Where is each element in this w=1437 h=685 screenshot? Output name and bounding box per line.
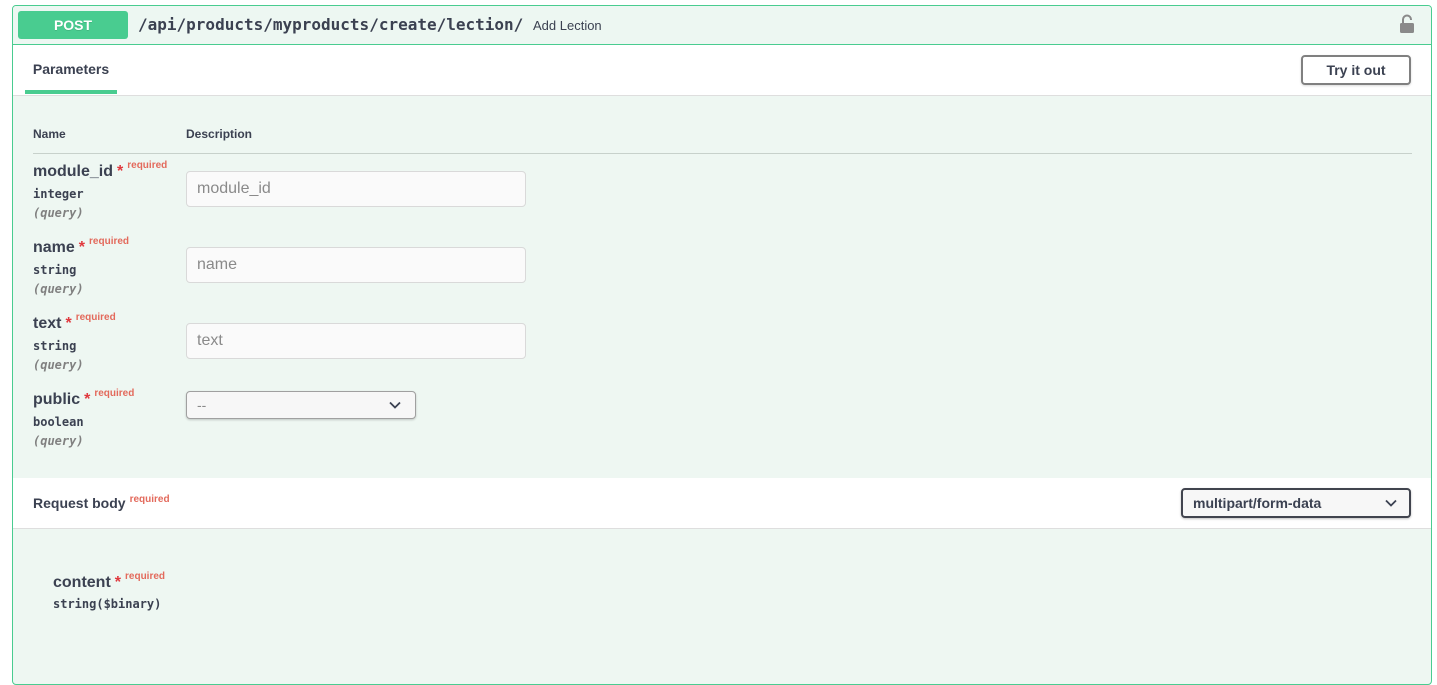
body-field-type: string($binary) (53, 597, 162, 611)
chevron-down-icon (1385, 499, 1397, 507)
parameter-row-module-id: module_id * required integer (query) (13, 160, 1431, 233)
operation-block: POST /api/products/myproducts/create/lec… (12, 5, 1432, 685)
required-label: required (125, 571, 166, 582)
http-method-badge: POST (18, 11, 128, 39)
try-it-out-button[interactable]: Try it out (1301, 55, 1411, 85)
tab-parameters[interactable]: Parameters (25, 45, 117, 94)
unlocked-padlock-icon[interactable] (1399, 14, 1415, 34)
operation-summary-text: Add Lection (533, 18, 602, 33)
parameter-name-text: name (33, 239, 75, 256)
parameter-name: text * required (33, 312, 116, 333)
parameter-row-public: public * required boolean (query) -- (13, 388, 1431, 461)
parameter-location: (query) (33, 434, 84, 448)
public-select[interactable]: -- (186, 391, 416, 419)
column-header-name: Name (33, 127, 66, 141)
request-body-title-text: Request body (33, 495, 126, 511)
parameter-row-name: name * required string (query) (13, 236, 1431, 309)
parameter-location: (query) (33, 282, 84, 296)
parameter-name: public * required (33, 388, 135, 409)
table-header-divider (33, 153, 1412, 154)
content-type-select[interactable]: multipart/form-data (1181, 488, 1411, 518)
required-label: required (129, 494, 170, 505)
body-field-name: content * required (53, 571, 166, 592)
parameter-name-text: text (33, 315, 62, 332)
parameter-row-text: text * required string (query) (13, 312, 1431, 385)
content-type-value: multipart/form-data (1193, 495, 1322, 511)
parameter-name-text: public (33, 391, 81, 408)
operation-summary[interactable]: POST /api/products/myproducts/create/lec… (13, 6, 1431, 45)
required-label: required (75, 312, 116, 323)
name-input[interactable] (186, 247, 526, 283)
required-asterisk: * (84, 391, 91, 408)
parameter-name: name * required (33, 236, 130, 257)
required-label: required (89, 236, 130, 247)
required-label: required (94, 388, 135, 399)
parameter-name-text: module_id (33, 163, 114, 180)
parameter-location: (query) (33, 358, 84, 372)
parameter-type: integer (33, 187, 84, 201)
request-body-title: Request body required (33, 494, 170, 511)
parameter-location: (query) (33, 206, 84, 220)
parameter-type: string (33, 263, 77, 277)
body-field-name-text: content (53, 574, 111, 591)
column-header-description: Description (186, 127, 253, 141)
parameter-type: boolean (33, 415, 84, 429)
module-id-input[interactable] (186, 171, 526, 207)
public-select-value: -- (197, 397, 207, 413)
required-asterisk: * (78, 239, 86, 256)
parameter-name: module_id * required (33, 160, 168, 181)
parameters-section-header: Parameters Try it out (13, 45, 1431, 96)
required-asterisk: * (114, 574, 122, 591)
required-asterisk: * (65, 315, 72, 332)
required-label: required (127, 160, 168, 171)
endpoint-path: /api/products/myproducts/create/lection/ (138, 15, 524, 34)
required-asterisk: * (117, 163, 124, 180)
chevron-down-icon (389, 401, 401, 409)
text-input[interactable] (186, 323, 526, 359)
request-body-header: Request body required multipart/form-data (13, 478, 1431, 529)
parameter-type: string (33, 339, 77, 353)
